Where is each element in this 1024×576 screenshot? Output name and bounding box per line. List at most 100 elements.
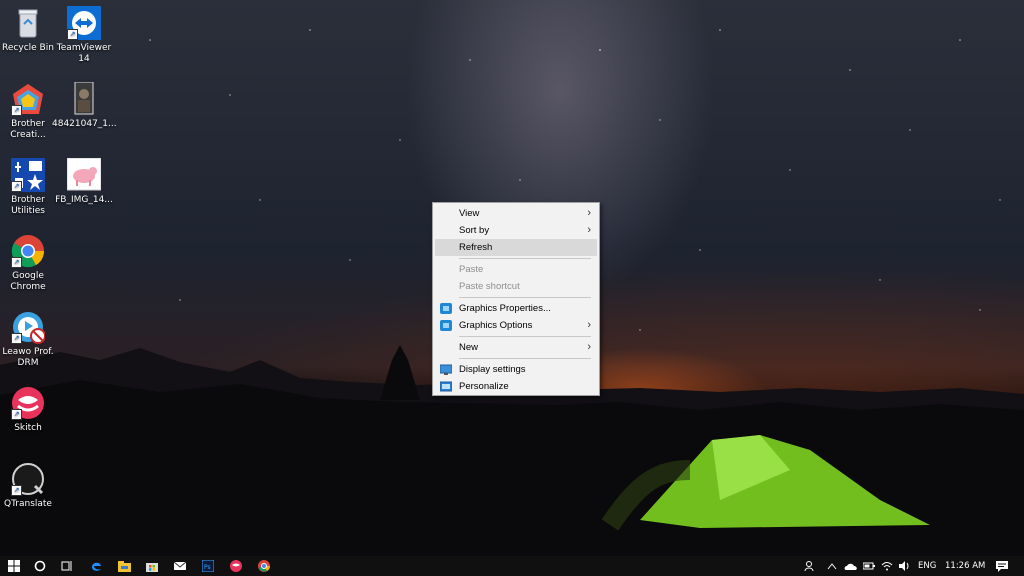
shortcut-arrow-icon: ↗ [67,29,78,40]
start-button[interactable] [4,556,24,576]
taskbar-app-store[interactable] [142,556,162,576]
personalize-icon [440,381,452,392]
file-explorer-icon [117,560,131,572]
desktop-icon-qtranslate[interactable]: ↗ QTranslate [0,462,60,510]
show-hidden-icons-button[interactable] [825,556,839,576]
menu-item-label: New [459,342,479,353]
chevron-up-icon [827,563,837,570]
menu-item-display-settings[interactable]: Display settings [433,361,599,378]
task-view-button[interactable] [57,556,77,576]
menu-item-graphics-properties[interactable]: Graphics Properties... [433,300,599,317]
intel-graphics-icon [440,320,452,331]
people-button[interactable] [802,556,818,576]
mail-icon [174,561,186,570]
brother-creative-icon: ↗ [11,82,45,116]
shortcut-arrow-icon: ↗ [11,181,22,192]
taskbar-app-skitch[interactable] [226,556,246,576]
menu-item-view[interactable]: View › [433,205,599,222]
menu-item-label: Refresh [459,242,493,253]
clock[interactable]: 11:26 AM [945,556,985,576]
task-view-icon [61,561,72,571]
shortcut-arrow-icon: ↗ [11,333,22,344]
chrome-icon [258,560,270,572]
brother-utilities-icon: ↗ [11,158,45,192]
taskbar: Ps ENG 11:26 AM [0,556,1024,576]
menu-separator [459,297,591,298]
menu-item-label: View [459,208,480,219]
recycle-bin-icon [11,6,45,40]
shortcut-arrow-icon: ↗ [11,485,22,496]
menu-item-refresh[interactable]: Refresh [435,239,597,256]
desktop-icon-label: Recycle Bin [2,43,54,53]
chevron-right-icon: › [587,341,591,353]
menu-item-new[interactable]: New › [433,339,599,356]
desktop-context-menu: View › Sort by › Refresh Paste Paste sho… [432,202,600,396]
qtranslate-icon: ↗ [11,462,45,496]
menu-separator [459,358,591,359]
menu-item-label: Personalize [459,381,509,392]
desktop-icon-label: Skitch [14,423,42,433]
desktop-icon-google-chrome[interactable]: ↗ Google Chrome [0,234,60,293]
menu-item-label: Graphics Properties... [459,303,551,314]
menu-item-label: Graphics Options [459,320,533,331]
menu-item-paste[interactable]: Paste [433,261,599,278]
svg-text:Ps: Ps [204,564,211,571]
taskbar-app-file-explorer[interactable] [114,556,134,576]
menu-item-graphics-options[interactable]: Graphics Options › [433,317,599,334]
cortana-button[interactable] [30,556,50,576]
chevron-right-icon: › [587,319,591,331]
desktop-icon-image-fb[interactable]: FB_IMG_14... [52,158,116,206]
taskbar-app-photoshop[interactable]: Ps [198,556,218,576]
action-center-button[interactable] [994,556,1010,576]
taskbar-app-chrome[interactable] [254,556,274,576]
taskbar-app-edge[interactable] [86,556,106,576]
menu-separator [459,336,591,337]
menu-separator [459,258,591,259]
desktop-icon-image-48421047[interactable]: 48421047_1... [52,82,117,130]
cortana-icon [34,560,46,572]
desktop-icon-skitch[interactable]: ↗ Skitch [0,386,60,434]
desktop-icon-teamviewer[interactable]: ↗ TeamViewer 14 [52,6,116,65]
intel-graphics-icon [440,303,452,314]
menu-item-paste-shortcut[interactable]: Paste shortcut [433,278,599,295]
menu-item-label: Sort by [459,225,490,236]
desktop-icon-label: FB_IMG_14... [55,195,113,205]
desktop-icon-brother-creative[interactable]: ↗ Brother Creati... [0,82,60,141]
desktop-icon-label: TeamViewer 14 [56,43,112,64]
chevron-right-icon: › [587,207,591,219]
store-icon [146,563,158,572]
menu-item-personalize[interactable]: Personalize [433,378,599,395]
desktop-icon-label: QTranslate [4,499,52,509]
teamviewer-icon: ↗ [67,6,101,40]
desktop-icon-recycle-bin[interactable]: Recycle Bin [0,6,60,54]
onedrive-button[interactable] [843,556,859,576]
desktop-icon-label: Leawo Prof. DRM [2,347,54,368]
photoshop-icon: Ps [202,560,214,572]
desktop-background[interactable]: Recycle Bin ↗ TeamViewer 14 ↗ Brother Cr… [0,0,1024,556]
language-indicator[interactable]: ENG [918,556,936,576]
skitch-icon: ↗ [11,386,45,420]
battery-icon [863,562,875,570]
battery-button[interactable] [862,556,876,576]
desktop-icon-label: Google Chrome [10,271,46,292]
shortcut-arrow-icon: ↗ [11,409,22,420]
chrome-icon: ↗ [11,234,45,268]
desktop-icon-brother-utilities[interactable]: ↗ Brother Utilities [0,158,60,217]
shortcut-arrow-icon: ↗ [11,105,22,116]
image-file-icon [67,82,101,116]
menu-item-label: Display settings [459,364,526,375]
desktop-icon-label: Brother Utilities [11,195,45,216]
notification-icon [996,560,1008,572]
leawo-drm-icon: ↗ [11,310,45,344]
skitch-icon [230,560,242,572]
network-button[interactable] [880,556,894,576]
taskbar-app-mail[interactable] [170,556,190,576]
windows-start-icon [8,560,20,572]
volume-button[interactable] [897,556,911,576]
desktop-icon-label: 48421047_1... [52,119,117,129]
menu-item-sort-by[interactable]: Sort by › [433,222,599,239]
display-icon [440,364,452,375]
shortcut-arrow-icon: ↗ [11,257,22,268]
desktop-icon-leawo-drm[interactable]: ↗ Leawo Prof. DRM [0,310,60,369]
wifi-icon [881,562,893,571]
